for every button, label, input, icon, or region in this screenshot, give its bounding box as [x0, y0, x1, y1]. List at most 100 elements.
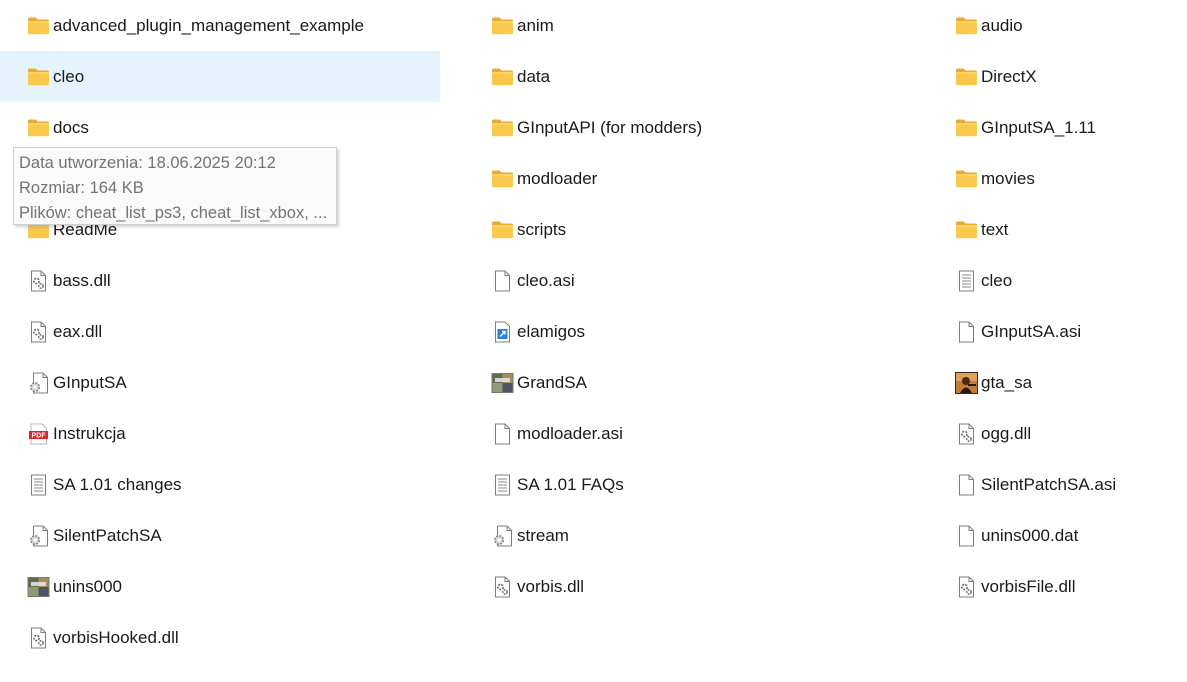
file-item-cleo-asi[interactable]: cleo.asi	[464, 255, 904, 306]
file-item-eax-dll[interactable]: eax.dll	[0, 306, 440, 357]
settings-file-icon	[27, 372, 50, 394]
folder-icon	[491, 15, 514, 37]
file-item-label: bass.dll	[53, 270, 111, 290]
file-item-silentpatchsa-asi[interactable]: SilentPatchSA.asi	[928, 459, 1187, 510]
file-item-cleo[interactable]: cleo	[0, 51, 440, 102]
file-item-label: modloader	[517, 168, 598, 188]
file-item-bass-dll[interactable]: bass.dll	[0, 255, 440, 306]
file-column-1: advanced_plugin_management_example cleo …	[0, 0, 440, 663]
file-item-label: DirectX	[981, 66, 1037, 86]
dll-icon	[491, 576, 514, 598]
file-item-vorbis-dll[interactable]: vorbis.dll	[464, 561, 904, 612]
file-item-label: unins000.dat	[981, 525, 1079, 545]
file-item-scripts[interactable]: scripts	[464, 204, 904, 255]
blank-file-icon	[491, 423, 514, 445]
file-item-text[interactable]: text	[928, 204, 1187, 255]
file-item-ginputapi-for-modders[interactable]: GInputAPI (for modders)	[464, 102, 904, 153]
game-icon	[491, 372, 514, 394]
folder-icon	[27, 66, 50, 88]
file-item-modloader[interactable]: modloader	[464, 153, 904, 204]
folder-icon	[27, 15, 50, 37]
file-item-stream[interactable]: stream	[464, 510, 904, 561]
file-item-movies[interactable]: movies	[928, 153, 1187, 204]
file-item-vorbisfile-dll[interactable]: vorbisFile.dll	[928, 561, 1187, 612]
file-item-data[interactable]: data	[464, 51, 904, 102]
game-icon	[27, 576, 50, 598]
file-item-directx[interactable]: DirectX	[928, 51, 1187, 102]
folder-icon	[955, 117, 978, 139]
file-item-label: SilentPatchSA.asi	[981, 474, 1117, 494]
folder-info-tooltip: Data utworzenia: 18.06.2025 20:12 Rozmia…	[13, 147, 337, 225]
file-item-ginputsa-asi[interactable]: GInputSA.asi	[928, 306, 1187, 357]
file-item-anim[interactable]: anim	[464, 0, 904, 51]
file-item-label: advanced_plugin_management_example	[53, 15, 364, 35]
file-item-cleo[interactable]: cleo	[928, 255, 1187, 306]
blank-file-icon	[491, 270, 514, 292]
text-file-icon	[27, 474, 50, 496]
file-item-label: SA 1.01 FAQs	[517, 474, 624, 494]
settings-file-icon	[27, 525, 50, 547]
file-item-sa-1-01-faqs[interactable]: SA 1.01 FAQs	[464, 459, 904, 510]
dll-icon	[955, 423, 978, 445]
file-item-label: audio	[981, 15, 1023, 35]
tooltip-size: Rozmiar: 164 KB	[19, 179, 144, 197]
file-item-modloader-asi[interactable]: modloader.asi	[464, 408, 904, 459]
file-item-label: elamigos	[517, 321, 586, 341]
file-item-label: SilentPatchSA	[53, 525, 162, 545]
file-item-label: eax.dll	[53, 321, 103, 341]
file-item-audio[interactable]: audio	[928, 0, 1187, 51]
file-item-sa-1-01-changes[interactable]: SA 1.01 changes	[0, 459, 440, 510]
file-item-label: GInputAPI (for modders)	[517, 117, 703, 137]
file-item-docs[interactable]: docs	[0, 102, 440, 153]
pdf-icon: PDF	[27, 423, 50, 445]
folder-icon	[955, 168, 978, 190]
file-item-label: SA 1.01 changes	[53, 474, 182, 494]
file-item-label: GInputSA	[53, 372, 127, 392]
file-item-gta-sa[interactable]: gta_sa	[928, 357, 1187, 408]
file-item-elamigos[interactable]: elamigos	[464, 306, 904, 357]
file-column-3: audio DirectX GInputSA_1.11 movies text …	[928, 0, 1187, 612]
file-item-vorbishooked-dll[interactable]: vorbisHooked.dll	[0, 612, 440, 663]
folder-icon	[955, 66, 978, 88]
file-item-label: GInputSA_1.11	[981, 117, 1096, 137]
file-item-label: vorbis.dll	[517, 576, 585, 596]
file-item-ginputsa[interactable]: GInputSA	[0, 357, 440, 408]
tooltip-created-date: Data utworzenia: 18.06.2025 20:12	[19, 154, 276, 172]
file-item-unins000-dat[interactable]: unins000.dat	[928, 510, 1187, 561]
file-item-label: vorbisFile.dll	[981, 576, 1076, 596]
tooltip-files: Plików: cheat_list_ps3, cheat_list_xbox,…	[19, 204, 328, 222]
file-item-label: movies	[981, 168, 1035, 188]
svg-text:PDF: PDF	[32, 432, 47, 439]
dll-icon	[27, 270, 50, 292]
text-file-icon	[491, 474, 514, 496]
file-item-label: stream	[517, 525, 569, 545]
folder-icon	[491, 117, 514, 139]
file-item-label: GInputSA.asi	[981, 321, 1082, 341]
dll-icon	[27, 321, 50, 343]
folder-icon	[955, 15, 978, 37]
file-item-label: cleo	[981, 270, 1013, 290]
folder-icon	[955, 219, 978, 241]
file-item-label: Instrukcja	[53, 423, 126, 443]
file-item-label: unins000	[53, 576, 123, 596]
file-item-ginputsa-1-11[interactable]: GInputSA_1.11	[928, 102, 1187, 153]
file-item-ogg-dll[interactable]: ogg.dll	[928, 408, 1187, 459]
file-item-label: cleo.asi	[517, 270, 575, 290]
settings-file-icon	[491, 525, 514, 547]
file-item-instrukcja[interactable]: PDF Instrukcja	[0, 408, 440, 459]
file-item-label: cleo	[53, 66, 85, 86]
dll-icon	[27, 627, 50, 649]
file-item-label: vorbisHooked.dll	[53, 627, 179, 647]
file-item-label: docs	[53, 117, 89, 137]
blank-file-icon	[955, 321, 978, 343]
file-item-silentpatchsa[interactable]: SilentPatchSA	[0, 510, 440, 561]
file-item-unins000[interactable]: unins000	[0, 561, 440, 612]
file-item-advanced-plugin-management-example[interactable]: advanced_plugin_management_example	[0, 0, 440, 51]
file-item-grandsa[interactable]: GrandSA	[464, 357, 904, 408]
file-item-label: text	[981, 219, 1009, 239]
blank-file-icon	[955, 525, 978, 547]
file-item-label: modloader.asi	[517, 423, 623, 443]
file-item-label: data	[517, 66, 551, 86]
gta-app-icon	[955, 371, 978, 394]
file-item-label: ogg.dll	[981, 423, 1032, 443]
